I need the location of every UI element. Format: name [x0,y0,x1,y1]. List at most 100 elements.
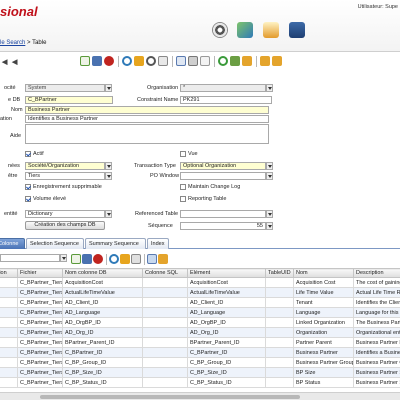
attachment-icon[interactable] [158,56,168,66]
db-name-field[interactable]: C_BPartner [25,96,113,104]
high-volume-checkbox[interactable] [25,196,31,202]
find-icon[interactable] [146,56,156,66]
active-checkbox[interactable] [25,151,31,157]
table-row[interactable]: C_BPartner_Tiers C_BP_Size_ID C_BP_Size_ID… [0,367,400,378]
export-icon[interactable] [242,56,252,66]
home-icon[interactable] [263,22,279,38]
table-row[interactable]: C_BPartner_Tiers ActualLifeTimeValue Actua… [0,287,400,298]
constraint-name-field[interactable]: PK291 [180,96,272,104]
grid-save-icon[interactable] [82,254,92,264]
sequence-stepper-icon[interactable] [266,222,273,230]
record-first-icon[interactable]: ◀ [2,58,7,66]
help-textarea[interactable] [25,124,269,144]
table-row[interactable]: C_BPartner_Tiers AD_Language AD_Language La… [0,307,400,318]
breadcrumb-search-link[interactable]: le Search [0,40,25,46]
grid-column-header[interactable]: Elément [187,268,266,278]
grid-filter-dropdown-icon[interactable] [60,254,67,262]
table-row[interactable]: C_BPartner_Tiers AcquisitionCost Acquisiti… [0,277,400,288]
settings-icon[interactable] [237,22,253,38]
reporting-checkbox[interactable] [180,196,186,202]
sequence-field[interactable]: 55 [180,222,266,230]
grid-refresh-icon[interactable] [109,254,119,264]
grid-column-header[interactable]: Colonne SQL [142,268,188,278]
grid-column-header[interactable]: TableUID [265,268,294,278]
grid-column-header[interactable]: sation [0,268,18,278]
po-window-field[interactable] [180,172,266,180]
table-cell: Partner Parent [293,337,354,348]
deletable-checkbox[interactable] [25,184,31,190]
brand-logo-text: sional [0,4,38,19]
grid-scroll-thumb[interactable] [40,395,300,399]
grid-attach-icon[interactable] [158,254,168,264]
grid-delete-icon[interactable] [93,254,103,264]
table-cell: Tenant [293,297,354,308]
view-checkbox[interactable] [180,151,186,157]
refresh-icon[interactable] [122,56,132,66]
grid-column-header[interactable]: Nom colonne DB [62,268,143,278]
name-field[interactable]: Business Partner [25,106,269,114]
grid-filter-field[interactable] [0,254,60,262]
tab-summary-sequence[interactable]: Summary Sequence [85,238,146,249]
organization-field[interactable]: * [180,84,266,92]
tab-colonne[interactable]: Colonne [0,238,25,249]
table-row[interactable]: C_BPartner_Tiers C_BP_Status_ID C_BP_Statu… [0,377,400,388]
table-cell: C_BPartner_Tiers [17,297,63,308]
organization-dropdown-icon[interactable] [266,84,273,92]
client-dropdown-icon[interactable] [105,84,112,92]
referenced-table-dropdown-icon[interactable] [266,210,273,218]
tab-index[interactable]: Index [147,238,169,249]
table-row[interactable]: C_BPartner_Tiers C_BPartner_ID C_BPartner_… [0,347,400,358]
access-level-dropdown-icon[interactable] [105,162,112,170]
po-window-dropdown-icon[interactable] [266,172,273,180]
description-field[interactable]: Identifies a Business Partner [25,115,269,123]
save-icon[interactable] [92,56,102,66]
table-row[interactable]: C_BPartner_Tiers AD_OrgBP_ID AD_OrgBP_ID Li… [0,317,400,328]
table-row[interactable]: C_BPartner_Tiers BPartner_Parent_ID BPartn… [0,337,400,348]
last-record-icon[interactable] [272,56,282,66]
client-field[interactable]: System [25,84,105,92]
access-level-field[interactable]: Société/Organization [25,162,105,170]
description-label: ation [0,116,12,122]
table-row[interactable]: C_BPartner_Tiers AD_Client_ID AD_Client_ID… [0,297,400,308]
window-field[interactable]: Tiers [25,172,105,180]
zoom-icon[interactable] [200,56,210,66]
grid-link-icon[interactable] [147,254,157,264]
new-record-icon[interactable] [80,56,90,66]
grid-undo-icon[interactable] [120,254,130,264]
create-columns-button[interactable]: Création des champs DB [25,221,105,230]
grid-edit-icon[interactable] [131,254,141,264]
process-icon[interactable] [230,56,240,66]
print-icon[interactable] [188,56,198,66]
referenced-table-field[interactable] [180,210,266,218]
table-cell: ActualLifeTimeValue [187,287,266,298]
grid-column-header[interactable]: Nom [293,268,354,278]
entity-dropdown-icon[interactable] [105,210,112,218]
toolbar-separator [106,254,107,265]
table-cell: C_BPartner_Tiers [17,307,63,318]
record-prev-icon[interactable]: ◀ [12,58,17,66]
table-cell [142,337,188,348]
report-icon[interactable] [218,56,228,66]
table-row[interactable]: C_BPartner_Tiers AD_Org_ID AD_Org_ID Organi… [0,327,400,338]
transaction-type-field[interactable]: Optional Organization [180,162,266,170]
entity-label: entité [4,211,18,217]
change-log-checkbox[interactable] [180,184,186,190]
table-cell: BP Size [293,367,354,378]
table-row[interactable]: C_BPartner_Tiers C_BP_Group_ID C_BP_Group_… [0,357,400,368]
grid-column-header[interactable]: Fichier [17,268,63,278]
table-cell: Linked Organization [293,317,354,328]
grid-horizontal-scrollbar[interactable] [0,392,400,400]
table-cell [265,287,294,298]
next-record-icon[interactable] [260,56,270,66]
copy-icon[interactable] [176,56,186,66]
grid-column-header[interactable]: Description [353,268,400,278]
tab-selection-sequence[interactable]: Selection Sequence [26,238,84,249]
entity-field[interactable]: Dictionary [25,210,105,218]
delete-icon[interactable] [104,56,114,66]
exit-icon[interactable] [289,22,305,38]
transaction-type-dropdown-icon[interactable] [266,162,273,170]
target-icon[interactable] [212,22,228,38]
undo-icon[interactable] [134,56,144,66]
grid-new-icon[interactable] [71,254,81,264]
window-dropdown-icon[interactable] [105,172,112,180]
